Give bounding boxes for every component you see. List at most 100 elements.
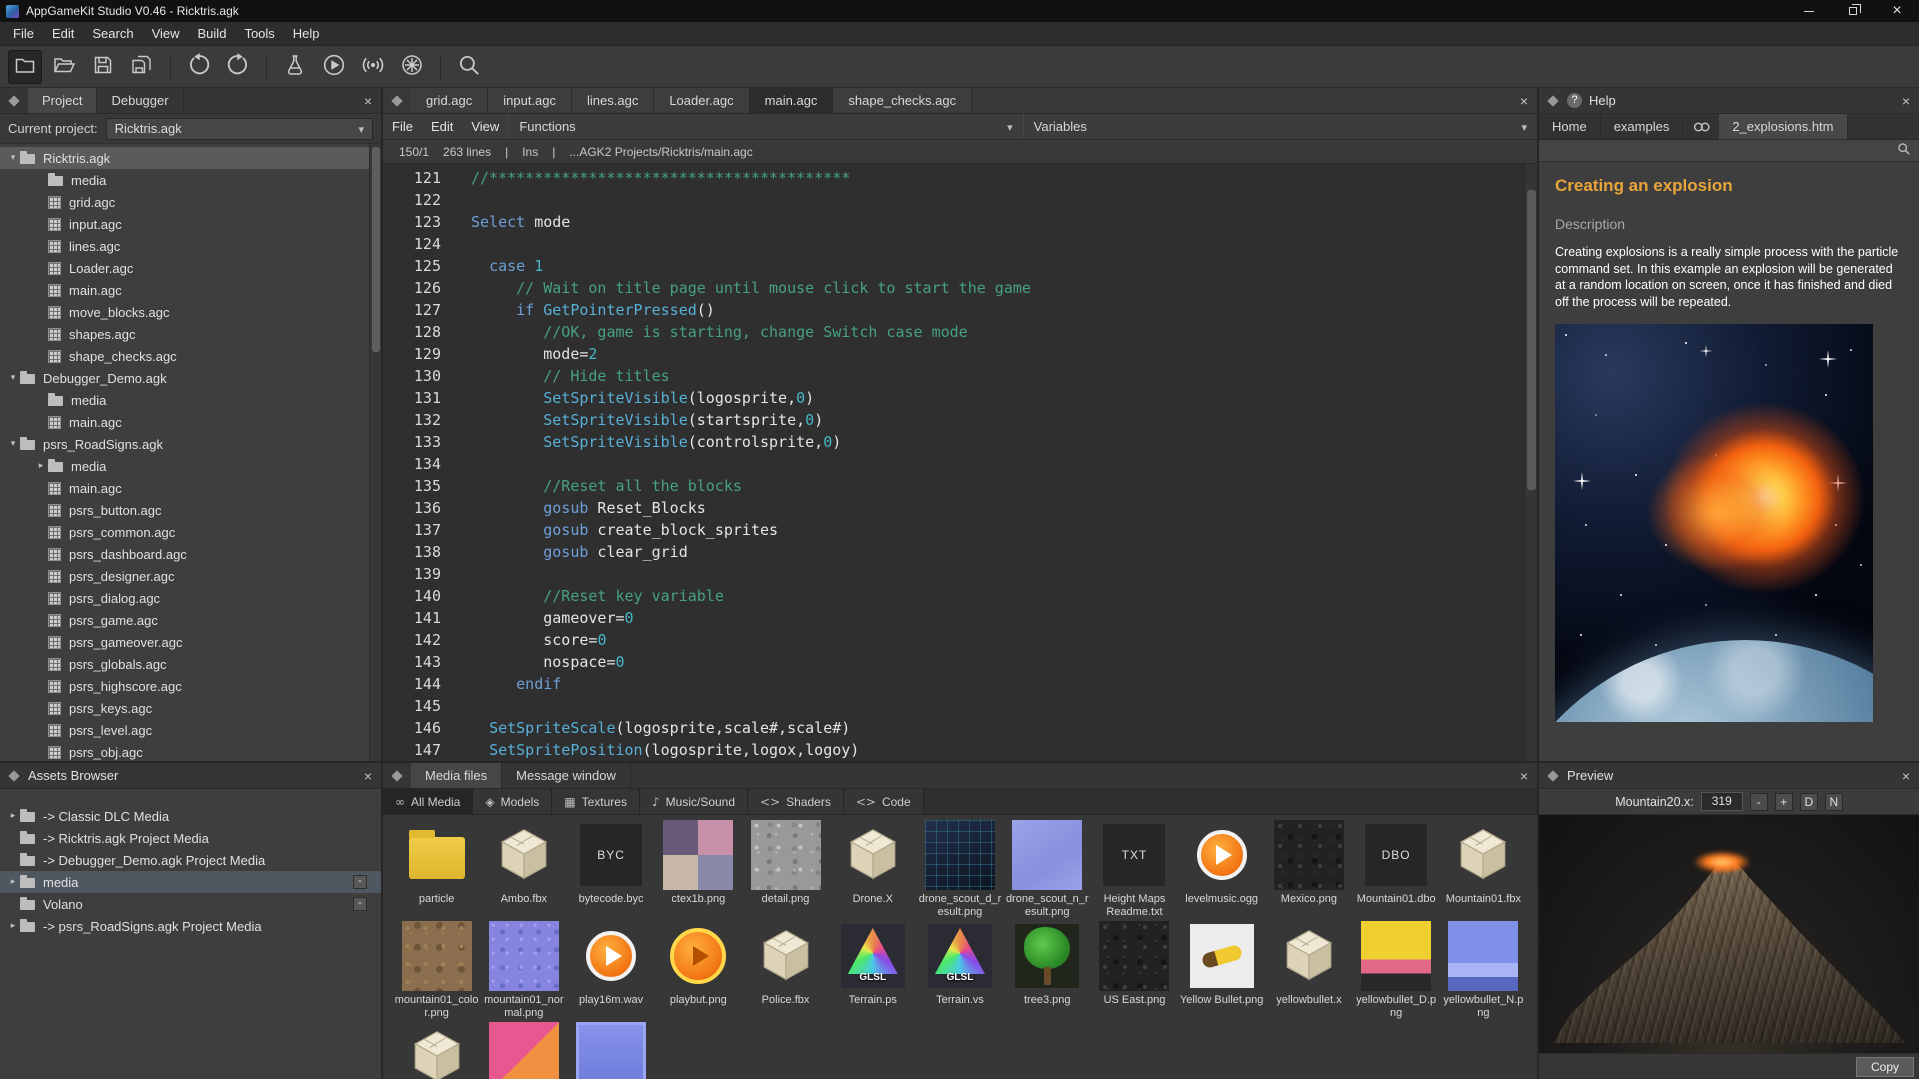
tree-item[interactable]: -> Debugger_Demo.agk Project Media: [0, 849, 381, 871]
media-item[interactable]: playbut.png: [655, 920, 742, 1021]
media-item[interactable]: Yellow Bullet.png: [1178, 920, 1265, 1021]
compile-button[interactable]: [278, 50, 312, 84]
menu-item-file[interactable]: File: [4, 22, 43, 45]
help-tab-examples[interactable]: examples: [1601, 114, 1684, 139]
search-button[interactable]: [452, 50, 486, 84]
chevron-right-icon[interactable]: ▸: [6, 811, 20, 821]
tree-item[interactable]: ▾Ricktris.agk: [0, 147, 381, 169]
close-panel-icon[interactable]: [1893, 768, 1919, 784]
editor-menu-file[interactable]: File: [383, 114, 422, 139]
editor-tab-input-agc[interactable]: input.agc: [488, 88, 572, 113]
increment-button[interactable]: +: [1775, 793, 1793, 811]
media-item[interactable]: TXTHeight Maps Readme.txt: [1091, 819, 1178, 920]
close-button[interactable]: [1875, 0, 1919, 22]
tree-item[interactable]: psrs_game.agc: [0, 609, 381, 631]
media-item[interactable]: tree3.png: [1004, 920, 1091, 1021]
media-item[interactable]: mountain01_color.png: [393, 920, 480, 1021]
tree-item[interactable]: media: [0, 389, 381, 411]
tree-item[interactable]: ▸media-: [0, 871, 381, 893]
chevron-down-icon[interactable]: ▾: [6, 439, 20, 449]
media-item[interactable]: levelmusic.ogg: [1178, 819, 1265, 920]
collapse-badge[interactable]: -: [353, 897, 367, 911]
filter-music-sound[interactable]: ♪Music/Sound: [640, 789, 748, 814]
editor-menu-view[interactable]: View: [462, 114, 508, 139]
media-item[interactable]: GLSLTerrain.ps: [829, 920, 916, 1021]
save-all-button[interactable]: [125, 50, 159, 84]
media-item[interactable]: drone_scout_d_result.png: [916, 819, 1003, 920]
open-file-button[interactable]: [47, 50, 81, 84]
help-search-bar[interactable]: [1539, 140, 1919, 162]
editor-tab-lines-agc[interactable]: lines.agc: [572, 88, 654, 113]
copy-button[interactable]: Copy: [1856, 1057, 1914, 1077]
filter-code[interactable]: <>Code: [844, 789, 924, 814]
redo-button[interactable]: [221, 50, 255, 84]
filter-shaders[interactable]: <>Shaders: [748, 789, 844, 814]
chevron-down-icon[interactable]: ▾: [6, 153, 20, 163]
tree-item[interactable]: Loader.agc: [0, 257, 381, 279]
preview-viewport[interactable]: [1539, 815, 1919, 1053]
tree-item[interactable]: shapes.agc: [0, 323, 381, 345]
media-item[interactable]: BYCbytecode.byc: [567, 819, 654, 920]
minimize-button[interactable]: [1787, 0, 1831, 22]
media-item[interactable]: GLSLTerrain.vs: [916, 920, 1003, 1021]
media-item[interactable]: particle: [393, 819, 480, 920]
media-item[interactable]: play16m.wav: [567, 920, 654, 1021]
media-item[interactable]: drone_scout_n_result.png: [1004, 819, 1091, 920]
editor-tab-grid-agc[interactable]: grid.agc: [411, 88, 488, 113]
preview-value-field[interactable]: 319: [1701, 792, 1743, 811]
tree-item[interactable]: psrs_globals.agc: [0, 653, 381, 675]
media-item[interactable]: Police.fbx: [742, 920, 829, 1021]
tree-item[interactable]: main.agc: [0, 411, 381, 433]
menu-item-help[interactable]: Help: [284, 22, 329, 45]
menu-item-view[interactable]: View: [143, 22, 189, 45]
tab-message-window[interactable]: Message window: [502, 763, 631, 788]
close-panel-icon[interactable]: [355, 768, 381, 784]
chevron-right-icon[interactable]: ▸: [6, 921, 20, 931]
functions-dropdown[interactable]: Functions: [508, 114, 1022, 139]
close-panel-icon[interactable]: [1511, 768, 1537, 784]
chevron-right-icon[interactable]: ▸: [6, 877, 20, 887]
diffuse-toggle-button[interactable]: D: [1800, 793, 1818, 811]
tree-item[interactable]: Volano-: [0, 893, 381, 915]
chevron-right-icon[interactable]: ▸: [34, 461, 48, 471]
tab-media-files[interactable]: Media files: [411, 763, 502, 788]
normal-toggle-button[interactable]: N: [1825, 793, 1843, 811]
help-tab-home[interactable]: Home: [1539, 114, 1601, 139]
run-button[interactable]: [317, 50, 351, 84]
media-item[interactable]: Drone.X: [829, 819, 916, 920]
tree-item[interactable]: psrs_highscore.agc: [0, 675, 381, 697]
chevron-down-icon[interactable]: ▾: [6, 373, 20, 383]
current-project-dropdown[interactable]: Ricktris.agk: [106, 118, 373, 140]
tree-item[interactable]: media: [0, 169, 381, 191]
menu-item-edit[interactable]: Edit: [43, 22, 83, 45]
open-project-button[interactable]: [8, 50, 42, 84]
tree-item[interactable]: psrs_designer.agc: [0, 565, 381, 587]
media-item[interactable]: [567, 1021, 654, 1079]
debug-button[interactable]: [395, 50, 429, 84]
tree-item[interactable]: lines.agc: [0, 235, 381, 257]
tree-item[interactable]: grid.agc: [0, 191, 381, 213]
tree-item[interactable]: -> Ricktris.agk Project Media: [0, 827, 381, 849]
close-panel-icon[interactable]: [1893, 93, 1919, 109]
tree-item[interactable]: psrs_dialog.agc: [0, 587, 381, 609]
tab-project[interactable]: Project: [28, 88, 97, 113]
scrollbar-thumb[interactable]: [1527, 190, 1536, 490]
media-item[interactable]: Ambo.fbx: [480, 819, 567, 920]
media-item[interactable]: mountain01_normal.png: [480, 920, 567, 1021]
code-editor[interactable]: 121//***********************************…: [383, 164, 1537, 761]
tree-item[interactable]: ▾Debugger_Demo.agk: [0, 367, 381, 389]
menu-item-build[interactable]: Build: [189, 22, 236, 45]
media-item[interactable]: detail.png: [742, 819, 829, 920]
filter-all-media[interactable]: ∞All Media: [383, 789, 473, 814]
media-item[interactable]: ctex1b.png: [655, 819, 742, 920]
collapse-badge[interactable]: -: [353, 875, 367, 889]
tree-item[interactable]: psrs_dashboard.agc: [0, 543, 381, 565]
tree-item[interactable]: psrs_button.agc: [0, 499, 381, 521]
media-item[interactable]: DBOMountain01.dbo: [1353, 819, 1440, 920]
tree-item[interactable]: psrs_common.agc: [0, 521, 381, 543]
editor-tab-Loader-agc[interactable]: Loader.agc: [654, 88, 749, 113]
variables-dropdown[interactable]: Variables: [1023, 114, 1537, 139]
tree-item[interactable]: shape_checks.agc: [0, 345, 381, 367]
maximize-button[interactable]: [1831, 0, 1875, 22]
media-item[interactable]: [480, 1021, 567, 1079]
